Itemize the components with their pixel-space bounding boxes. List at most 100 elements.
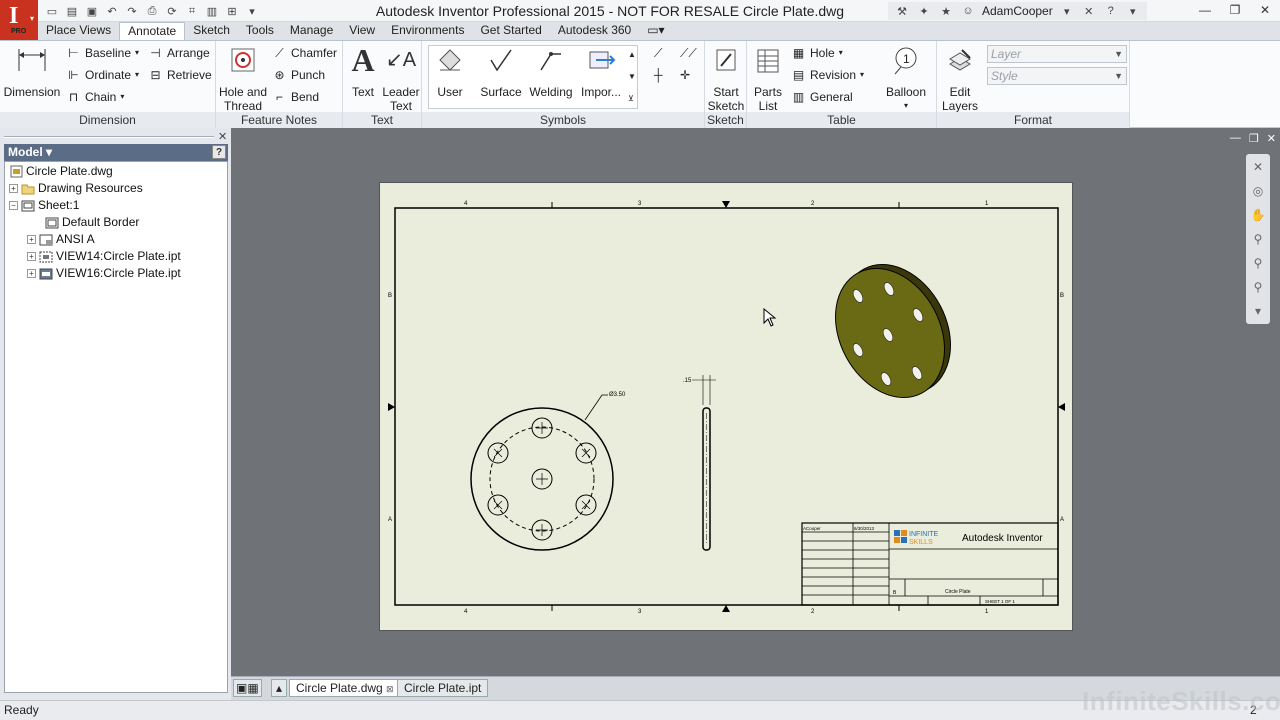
save-icon[interactable]: ▣ (84, 4, 100, 19)
browser-header[interactable]: Model ▾? (4, 144, 228, 161)
canvas-minimize-icon[interactable]: — (1230, 132, 1241, 145)
retrieve-button[interactable]: ⊟ Retrieve (148, 65, 211, 85)
style-combo[interactable]: Style ▼ (987, 67, 1127, 85)
expand-icon[interactable]: + (27, 235, 36, 244)
surface-symbol-button[interactable]: Surface (478, 43, 524, 99)
tab-sketch[interactable]: Sketch (185, 22, 238, 40)
revision-table-button[interactable]: ▤ Revision ▾ (791, 65, 864, 85)
zoom-icon[interactable]: ⚲ (1249, 230, 1267, 248)
tools-icon[interactable]: ⚒ (894, 4, 910, 19)
gallery-up-icon[interactable]: ▲ (628, 45, 636, 65)
tab-environments[interactable]: Environments (383, 22, 472, 40)
start-sketch-button[interactable]: Start Sketch (707, 43, 745, 113)
steering-wheel-icon[interactable]: ◎ (1249, 182, 1267, 200)
tree-node-drawing-resources[interactable]: + Drawing Resources (9, 180, 143, 197)
user-dropdown-icon[interactable]: ▾ (1059, 4, 1075, 19)
user-name[interactable]: AdamCooper (982, 4, 1053, 18)
ordinate-button[interactable]: ⊩ Ordinate ▾ (66, 65, 139, 85)
arrange-button[interactable]: ⊣ Arrange (148, 43, 209, 63)
drawing-sheet[interactable]: 4 3 2 1 4 3 2 1 B A B A Ø3.50 .15 INFINI… (379, 182, 1073, 631)
open-icon[interactable]: ▤ (64, 4, 80, 19)
dimension-button[interactable]: Dimension (2, 43, 62, 99)
canvas-close-icon[interactable]: ✕ (1267, 132, 1276, 145)
baseline-button[interactable]: ⊢ Baseline ▾ (66, 43, 139, 63)
punch-button[interactable]: ⊛ Punch (272, 65, 325, 85)
tree-node-view16[interactable]: + VIEW16:Circle Plate.ipt (27, 265, 181, 282)
welding-symbol-button[interactable]: Welding (528, 43, 574, 99)
tree-node-default-border[interactable]: Default Border (45, 214, 139, 231)
general-table-button[interactable]: ▥ General (791, 87, 853, 107)
expand-icon[interactable]: + (27, 252, 36, 261)
zoom-all-icon[interactable]: ⚲ (1249, 278, 1267, 296)
import-symbol-button[interactable]: Impor... (578, 43, 624, 99)
center-mark-icon[interactable]: ┼ (654, 65, 663, 85)
measure-icon[interactable]: ⌗ (184, 4, 200, 19)
text-button[interactable]: A Text (345, 43, 381, 99)
tab-tools[interactable]: Tools (238, 22, 282, 40)
undo-icon[interactable]: ↶ (104, 4, 120, 19)
canvas-restore-icon[interactable]: ❐ (1249, 132, 1259, 145)
window-controls: — ❐ ✕ (1190, 0, 1280, 20)
parts-list-button[interactable]: Parts List (749, 43, 787, 113)
project-icon[interactable]: ▥ (204, 4, 220, 19)
leader-text-button[interactable]: ↙A Leader Text (381, 43, 421, 113)
gallery-expand-icon[interactable]: ⊻ (628, 89, 634, 109)
layer-combo[interactable]: Layer ▼ (987, 45, 1127, 63)
gallery-down-icon[interactable]: ▼ (628, 67, 636, 87)
symbol-tool-1-icon[interactable]: ⟋ (654, 43, 662, 63)
close-icon[interactable]: ✕ (1250, 0, 1280, 20)
restore-icon[interactable]: ❐ (1220, 0, 1250, 20)
help-icon[interactable]: ? (1103, 4, 1119, 19)
expand-icon[interactable]: + (9, 184, 18, 193)
tools2-icon[interactable]: ✦ (916, 4, 932, 19)
symbol-tool-2-icon[interactable]: ⟋⟋ (680, 43, 697, 63)
expand-icon[interactable]: + (27, 269, 36, 278)
browser-help-icon[interactable]: ? (212, 145, 226, 159)
application-button[interactable]: I PRO ▾ (0, 0, 38, 40)
doc-tab-drawing[interactable]: Circle Plate.dwg ⊠ (289, 679, 401, 697)
user-symbol-button[interactable]: User (430, 43, 470, 99)
help-dropdown-icon[interactable]: ▾ (1125, 4, 1141, 19)
properties-icon[interactable]: ⊞ (224, 4, 240, 19)
ribbon-options-icon[interactable]: ▭▾ (639, 22, 672, 40)
pan-icon[interactable]: ✋ (1249, 206, 1267, 224)
tab-autodesk-360[interactable]: Autodesk 360 (550, 22, 639, 40)
dimension-panel-title[interactable]: Dimension (0, 112, 215, 128)
tab-annotate[interactable]: Annotate (119, 22, 186, 40)
tab-get-started[interactable]: Get Started (472, 22, 549, 40)
zoom-window-icon[interactable]: ⚲ (1249, 254, 1267, 272)
navbar-options-icon[interactable]: ▾ (1249, 302, 1267, 320)
tree-node-view14[interactable]: + VIEW14:Circle Plate.ipt (27, 248, 181, 265)
tab-menu-icon[interactable]: ▴ (271, 679, 288, 697)
print-icon[interactable]: ⎙ (144, 4, 160, 19)
favorites-icon[interactable]: ★ (938, 4, 954, 19)
tab-manage[interactable]: Manage (282, 22, 341, 40)
bend-button[interactable]: ⌐ Bend (272, 87, 319, 107)
hole-thread-button[interactable]: Hole and Thread (218, 43, 268, 113)
doc-tab-close-icon[interactable]: ⊠ (386, 684, 394, 694)
user-icon[interactable]: ☺ (960, 4, 976, 19)
chain-button[interactable]: ⊓ Chain ▾ (66, 87, 125, 107)
edit-layers-button[interactable]: Edit Layers (939, 43, 981, 113)
minimize-icon[interactable]: — (1190, 0, 1220, 20)
doc-tab-part[interactable]: Circle Plate.ipt (397, 679, 489, 697)
tree-node-title-block[interactable]: + ANSI A (27, 231, 95, 248)
collapse-icon[interactable]: − (9, 201, 18, 210)
tree-node-sheet[interactable]: − Sheet:1 (9, 197, 79, 214)
qat-dropdown-icon[interactable]: ▾ (244, 4, 260, 19)
redo-icon[interactable]: ↷ (124, 4, 140, 19)
new-icon[interactable]: ▭ (44, 4, 60, 19)
tab-view[interactable]: View (341, 22, 383, 40)
centerline-icon[interactable]: ✛ (680, 65, 690, 85)
hole-table-button[interactable]: ▦ Hole ▾ (791, 43, 843, 63)
tile-view-icon[interactable]: ▣▦ (233, 679, 262, 697)
tree-node-document[interactable]: Circle Plate.dwg (9, 163, 113, 180)
browser-close-icon[interactable]: ✕ (218, 130, 227, 143)
balloon-button[interactable]: 1 Balloon ▾ (881, 43, 931, 113)
exchange-icon[interactable]: ✕ (1081, 4, 1097, 19)
tab-place-views[interactable]: Place Views (38, 22, 119, 40)
chamfer-button[interactable]: ⟋ Chamfer (272, 43, 337, 63)
navbar-close-icon[interactable]: ✕ (1249, 158, 1267, 176)
update-icon[interactable]: ⟳ (164, 4, 180, 19)
graphics-window[interactable]: — ❐ ✕ 4 3 2 1 4 3 2 1 B A B A Ø3.50 .15 … (231, 128, 1280, 676)
